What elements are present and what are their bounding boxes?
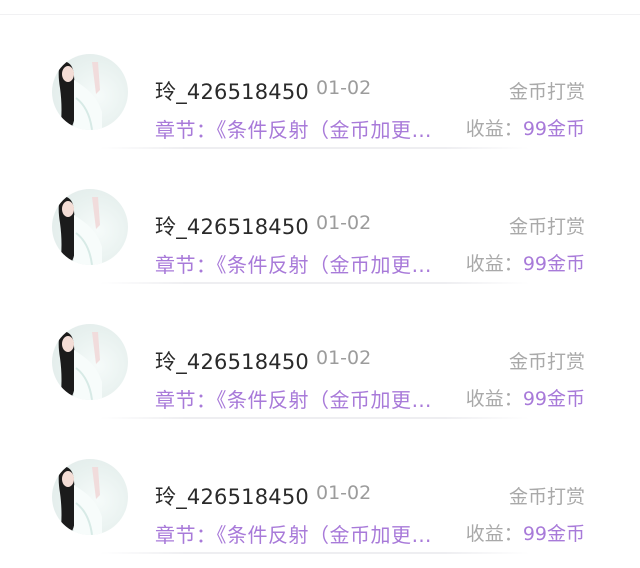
- income: 收益：99金币: [466, 519, 585, 546]
- reward-type: 金币打赏: [508, 216, 585, 238]
- income: 收益：99金币: [466, 249, 585, 276]
- chapter-link[interactable]: 章节：《条件反射（金币加更）》: [155, 249, 441, 278]
- record-date: 01-02: [316, 347, 372, 369]
- record-date: 01-02: [316, 212, 372, 234]
- user-avatar[interactable]: [52, 324, 128, 400]
- income: 收益：99金币: [466, 114, 585, 141]
- income-amount: 99金币: [522, 523, 585, 545]
- record-item[interactable]: 玲_426518450 01-02 金币打赏 章节：《条件反射（金币加更）》 收…: [0, 419, 640, 554]
- reward-type: 金币打赏: [508, 81, 585, 103]
- username: 玲_426518450: [155, 485, 309, 509]
- chapter-link[interactable]: 章节：《条件反射（金币加更）》: [155, 114, 441, 143]
- reward-type: 金币打赏: [508, 351, 585, 373]
- reward-record-list: 玲_426518450 01-02 金币打赏 章节：《条件反射（金币加更）》 收…: [0, 0, 640, 568]
- username: 玲_426518450: [155, 80, 309, 104]
- avatar-image: [58, 196, 102, 265]
- reward-type: 金币打赏: [508, 486, 585, 508]
- avatar-image: [58, 331, 102, 400]
- income-amount: 99金币: [522, 253, 585, 275]
- income-label: 收益：: [465, 253, 523, 275]
- income-label: 收益：: [465, 118, 523, 140]
- income: 收益：99金币: [466, 384, 585, 411]
- avatar-image: [58, 466, 102, 535]
- chapter-link[interactable]: 章节：《条件反射（金币加更）》: [155, 384, 441, 413]
- record-item[interactable]: 玲_426518450 01-02 金币打赏 章节：《条件反射（金币加更）》 收…: [0, 284, 640, 419]
- income-label: 收益：: [465, 523, 523, 545]
- chapter-link[interactable]: 章节：《条件反射（金币加更）》: [155, 519, 441, 548]
- avatar-image: [58, 61, 102, 130]
- record-date: 01-02: [316, 482, 372, 504]
- income-amount: 99金币: [522, 118, 585, 140]
- record-item[interactable]: 玲_426518450 01-02 金币打赏 章节：《条件反射（金币加更）》 收…: [0, 14, 640, 149]
- record-item[interactable]: 玲_426518450 01-02 金币打赏 章节：《条件反射（金币加更）》 收…: [0, 149, 640, 284]
- row-divider: [100, 552, 530, 554]
- username: 玲_426518450: [155, 350, 309, 374]
- user-avatar[interactable]: [52, 459, 128, 535]
- username: 玲_426518450: [155, 215, 309, 239]
- user-avatar[interactable]: [52, 189, 128, 265]
- income-amount: 99金币: [522, 388, 585, 410]
- record-date: 01-02: [316, 77, 372, 99]
- income-label: 收益：: [465, 388, 523, 410]
- user-avatar[interactable]: [52, 54, 128, 130]
